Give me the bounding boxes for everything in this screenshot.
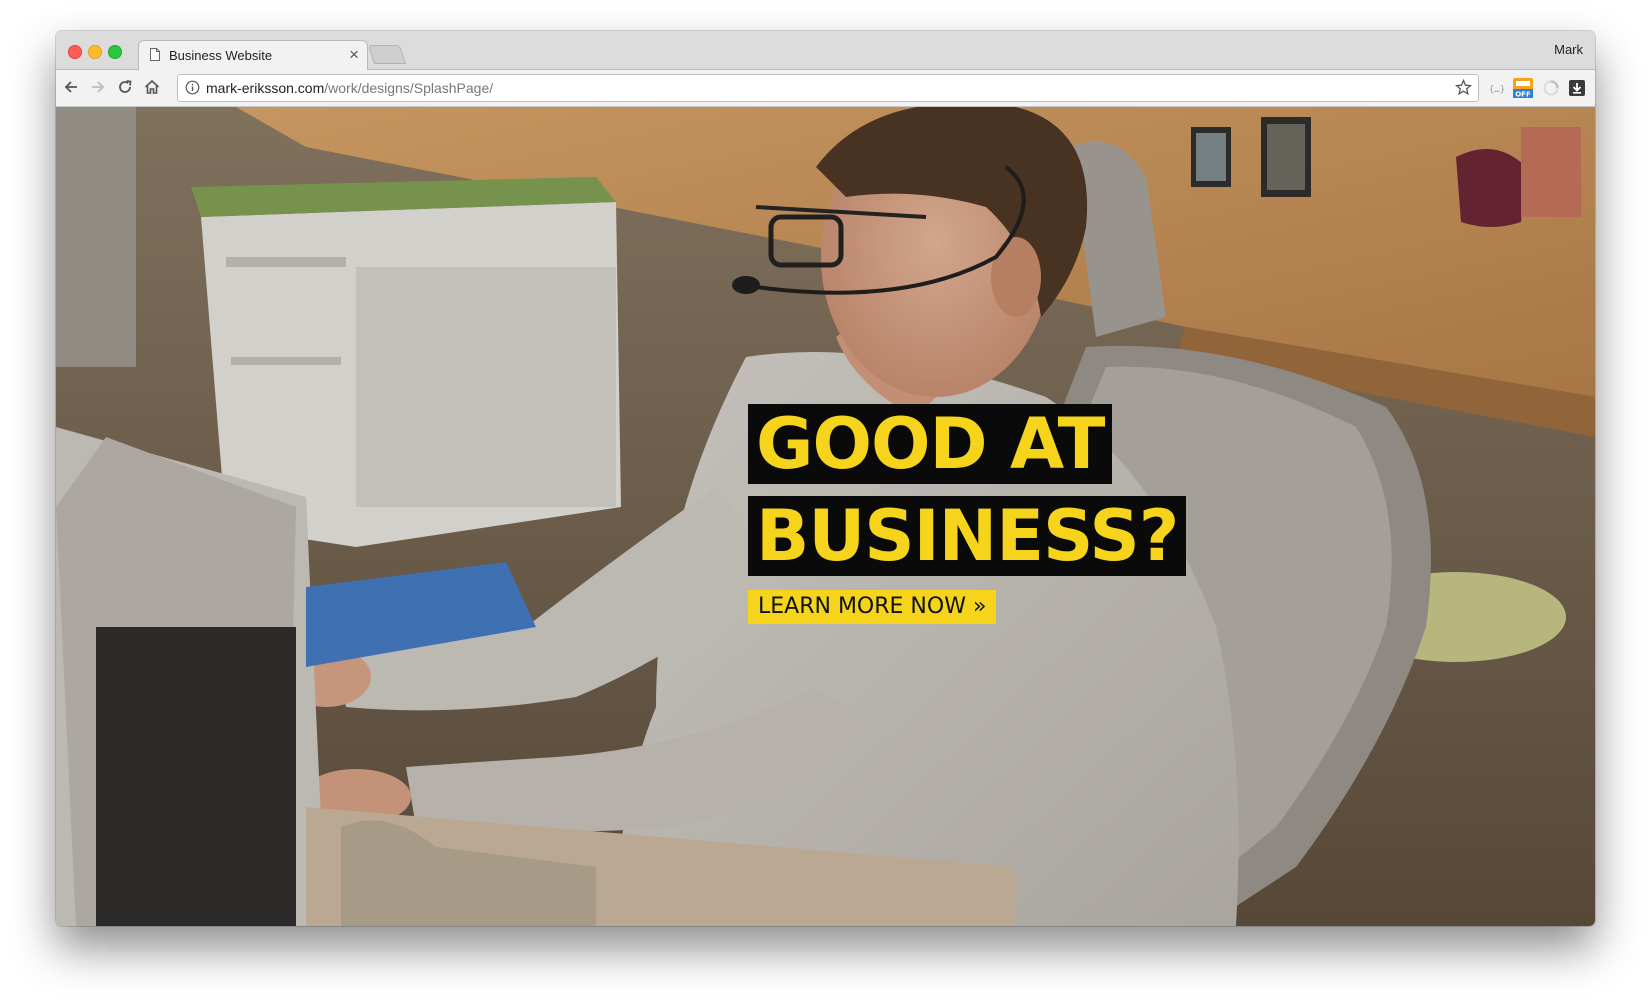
- info-icon[interactable]: [185, 80, 200, 95]
- url-path: /work/designs/SplashPage/: [324, 80, 494, 96]
- reload-icon[interactable]: [116, 78, 134, 96]
- code-icon[interactable]: {…}: [1488, 79, 1506, 97]
- spinner-icon[interactable]: [1542, 79, 1560, 97]
- page-icon: [150, 48, 160, 61]
- tab-strip: Business Website × Mark: [56, 31, 1595, 71]
- browser-window: Business Website × Mark mark-eriksson.co…: [56, 31, 1595, 926]
- coupon-off-icon[interactable]: OFF: [1512, 77, 1534, 99]
- headline-line-2: BUSINESS?: [748, 496, 1187, 576]
- bitcoin-icon[interactable]: B: [1594, 79, 1595, 97]
- new-tab-button[interactable]: [367, 45, 407, 64]
- hero-section: GOOD AT BUSINESS? LEARN MORE NOW »: [56, 107, 1595, 926]
- forward-arrow-icon[interactable]: [89, 78, 107, 96]
- tab-business-website[interactable]: Business Website ×: [138, 40, 368, 71]
- back-arrow-icon[interactable]: [62, 78, 80, 96]
- bookmark-star-icon[interactable]: [1455, 79, 1472, 96]
- url-host: mark-eriksson.com: [206, 80, 325, 96]
- home-icon[interactable]: [143, 78, 161, 96]
- headline-line-1: GOOD AT: [748, 404, 1113, 484]
- profile-name[interactable]: Mark: [1554, 42, 1583, 57]
- learn-more-button[interactable]: LEARN MORE NOW »: [748, 590, 997, 624]
- tab-title: Business Website: [169, 48, 273, 63]
- maximize-window-button[interactable]: [108, 45, 122, 59]
- download-icon[interactable]: [1568, 79, 1586, 97]
- minimize-window-button[interactable]: [88, 45, 102, 59]
- url-text[interactable]: mark-eriksson.com/work/designs/SplashPag…: [206, 80, 493, 96]
- browser-toolbar: mark-eriksson.com/work/designs/SplashPag…: [56, 70, 1595, 107]
- svg-text:OFF: OFF: [1515, 91, 1531, 99]
- svg-text:{…}: {…}: [1489, 85, 1505, 95]
- tab-close-icon[interactable]: ×: [349, 45, 359, 65]
- close-window-button[interactable]: [68, 45, 82, 59]
- address-bar[interactable]: mark-eriksson.com/work/designs/SplashPag…: [177, 74, 1479, 102]
